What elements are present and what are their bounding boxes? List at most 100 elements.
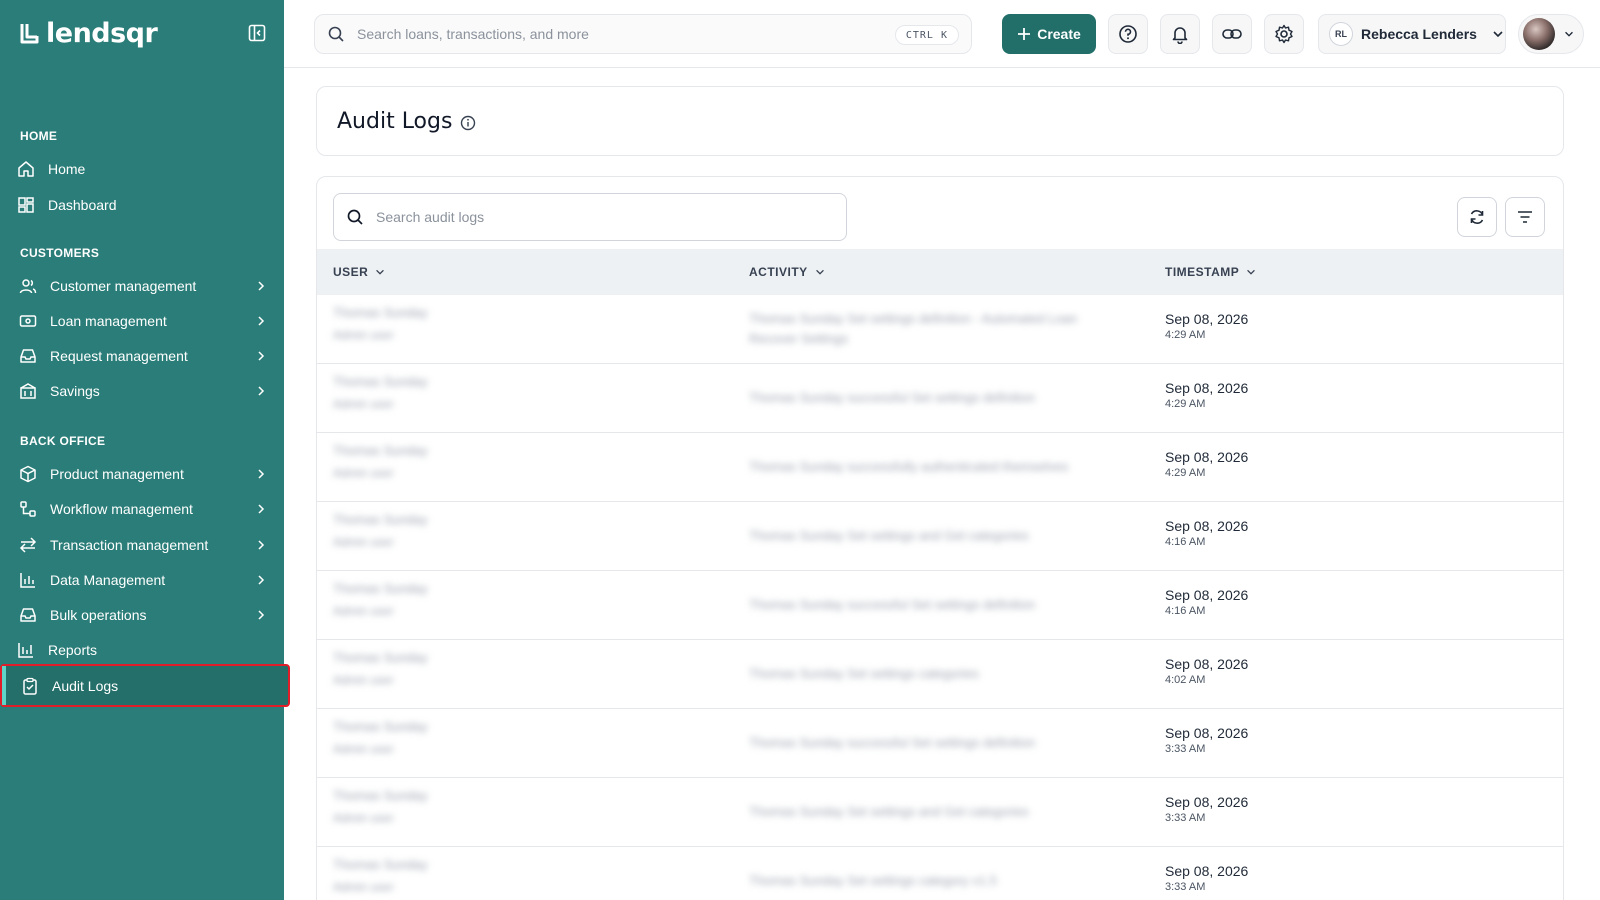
table-row[interactable]: Thomas Sunday Admin user Thomas Sunday suc… xyxy=(317,571,1563,640)
table-row[interactable]: Thomas Sunday Admin user Thomas Sunday Set… xyxy=(317,295,1563,364)
sidebar-item-audit-logs[interactable]: Audit Logs xyxy=(0,664,290,707)
user-name: Thomas Sunday xyxy=(333,581,428,596)
chevron-down-icon xyxy=(1247,269,1256,275)
sidebar-item-savings[interactable]: Savings xyxy=(0,373,284,409)
user-role: Admin user xyxy=(333,604,394,618)
timestamp-cell: Sep 08, 2026 4:16 AM xyxy=(1165,587,1248,617)
section-customers: CUSTOMERS xyxy=(20,246,100,260)
settings-button[interactable] xyxy=(1264,14,1304,54)
notifications-button[interactable] xyxy=(1160,14,1200,54)
organization-switcher[interactable]: RL Rebecca Lenders xyxy=(1318,14,1506,54)
table-row[interactable]: Thomas Sunday Admin user Thomas Sunday Set… xyxy=(317,847,1563,900)
user-cell: Thomas Sunday Admin user xyxy=(333,305,428,342)
sidebar-item-home[interactable]: Home xyxy=(0,151,284,187)
keyboard-shortcut-badge: CTRL K xyxy=(894,25,959,45)
reports-icon xyxy=(16,640,36,660)
org-initials-avatar: RL xyxy=(1329,22,1353,46)
audit-logs-table: USER ACTIVITY TIMESTAMP Thomas Sunday Adm… xyxy=(316,176,1564,900)
global-search[interactable]: CTRL K xyxy=(314,14,972,54)
transfer-icon xyxy=(18,535,38,555)
link-button[interactable] xyxy=(1212,14,1252,54)
user-name: Thomas Sunday xyxy=(333,650,428,665)
sidebar-item-label: Data Management xyxy=(50,572,166,588)
create-button[interactable]: Create xyxy=(1002,14,1096,54)
page-title: Audit Logs xyxy=(337,108,453,134)
user-cell: Thomas Sunday Admin user xyxy=(333,443,428,480)
sidebar-item-request-management[interactable]: Request management xyxy=(0,338,284,374)
help-button[interactable] xyxy=(1108,14,1148,54)
loan-icon xyxy=(18,311,38,331)
sidebar-item-transaction-management[interactable]: Transaction management xyxy=(0,527,284,563)
user-role: Admin user xyxy=(333,328,394,342)
refresh-icon xyxy=(1470,210,1484,224)
sidebar-item-reports[interactable]: Reports xyxy=(0,632,284,668)
table-row[interactable]: Thomas Sunday Admin user Thomas Sunday Set… xyxy=(317,640,1563,709)
user-role: Admin user xyxy=(333,742,394,756)
timestamp-time: 4:16 AM xyxy=(1165,536,1206,548)
section-back-office: BACK OFFICE xyxy=(20,434,106,448)
column-timestamp[interactable]: TIMESTAMP xyxy=(1165,265,1257,279)
user-menu-button[interactable] xyxy=(1518,14,1584,54)
table-row[interactable]: Thomas Sunday Admin user Thomas Sunday suc… xyxy=(317,364,1563,433)
chevron-right-icon xyxy=(258,316,265,326)
audit-search[interactable] xyxy=(333,193,847,241)
table-row[interactable]: Thomas Sunday Admin user Thomas Sunday suc… xyxy=(317,709,1563,778)
sidebar-item-workflow-management[interactable]: Workflow management xyxy=(0,491,284,527)
box-icon xyxy=(18,464,38,484)
filter-icon xyxy=(1518,211,1532,223)
user-role: Admin user xyxy=(333,673,394,687)
timestamp-date: Sep 08, 2026 xyxy=(1165,380,1249,396)
section-home: HOME xyxy=(20,129,58,143)
chevron-right-icon xyxy=(258,610,265,620)
user-role: Admin user xyxy=(333,811,394,825)
sidebar-item-dashboard[interactable]: Dashboard xyxy=(0,187,284,223)
sidebar-item-bulk-operations[interactable]: Bulk operations xyxy=(0,597,284,633)
sidebar-item-label: Savings xyxy=(50,383,100,399)
table-row[interactable]: Thomas Sunday Admin user Thomas Sunday Set… xyxy=(317,778,1563,847)
filter-button[interactable] xyxy=(1505,197,1545,237)
timestamp-time: 3:33 AM xyxy=(1165,881,1206,893)
collapse-sidebar-icon[interactable] xyxy=(248,24,266,42)
user-role: Admin user xyxy=(333,880,394,894)
tray-icon xyxy=(18,605,38,625)
home-icon xyxy=(16,159,36,179)
timestamp-time: 4:29 AM xyxy=(1165,398,1206,410)
sidebar-item-loan-management[interactable]: Loan management xyxy=(0,303,284,339)
table-row[interactable]: Thomas Sunday Admin user Thomas Sunday suc… xyxy=(317,433,1563,502)
table-row[interactable]: Thomas Sunday Admin user Thomas Sunday Set… xyxy=(317,502,1563,571)
sidebar: lendsqr HOME Home Dashboard CUSTOMERS Cu… xyxy=(0,0,290,900)
avatar xyxy=(1523,18,1555,50)
sidebar-item-product-management[interactable]: Product management xyxy=(0,456,284,492)
activity-cell: Thomas Sunday successful Set settings de… xyxy=(749,735,1036,750)
audit-search-input[interactable] xyxy=(376,209,816,225)
user-name: Thomas Sunday xyxy=(333,719,428,734)
timestamp-date: Sep 08, 2026 xyxy=(1165,587,1249,603)
column-user-label: USER xyxy=(333,265,369,279)
chevron-right-icon xyxy=(258,281,265,291)
column-activity[interactable]: ACTIVITY xyxy=(749,265,826,279)
sidebar-item-label: Product management xyxy=(50,466,184,482)
sidebar-item-label: Home xyxy=(48,161,86,177)
sidebar-item-label: Workflow management xyxy=(50,501,193,517)
user-cell: Thomas Sunday Admin user xyxy=(333,650,428,687)
users-icon xyxy=(18,276,38,296)
activity-cell: Thomas Sunday successful Set settings de… xyxy=(749,390,1036,405)
global-search-input[interactable] xyxy=(357,26,857,42)
sidebar-item-customer-management[interactable]: Customer management xyxy=(0,268,284,304)
sidebar-item-label: Customer management xyxy=(50,278,197,294)
user-cell: Thomas Sunday Admin user xyxy=(333,857,428,894)
refresh-button[interactable] xyxy=(1457,197,1497,237)
user-role: Admin user xyxy=(333,466,394,480)
timestamp-cell: Sep 08, 2026 4:16 AM xyxy=(1165,518,1248,548)
sidebar-item-label: Bulk operations xyxy=(50,607,147,623)
chevron-down-icon xyxy=(815,269,824,275)
user-cell: Thomas Sunday Admin user xyxy=(333,512,428,549)
info-icon[interactable] xyxy=(460,115,476,131)
user-name: Thomas Sunday xyxy=(333,374,428,389)
brand-logo[interactable]: lendsqr xyxy=(20,18,158,49)
activity-cell: Thomas Sunday Set settings and Get categ… xyxy=(749,804,1029,819)
sidebar-item-data-management[interactable]: Data Management xyxy=(0,562,284,598)
sidebar-item-label: Reports xyxy=(48,642,98,658)
column-user[interactable]: USER xyxy=(333,265,386,279)
timestamp-cell: Sep 08, 2026 4:29 AM xyxy=(1165,449,1248,479)
